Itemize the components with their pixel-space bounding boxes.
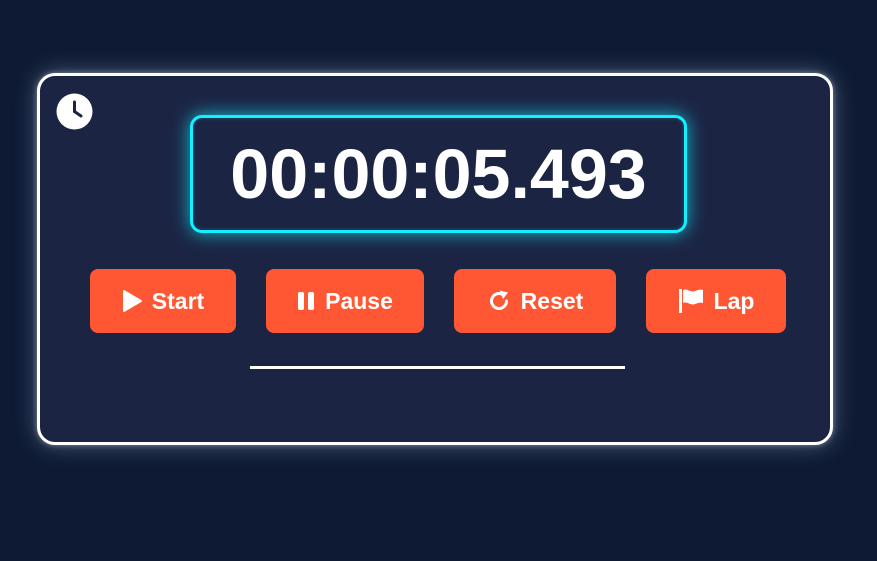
laps-divider (250, 366, 625, 369)
reset-icon (487, 289, 511, 313)
pause-icon (297, 291, 315, 311)
lap-button[interactable]: Lap (646, 269, 786, 333)
time-display: 00:00:05.493 (190, 115, 687, 233)
reset-button-label: Reset (520, 287, 584, 314)
play-icon (122, 290, 142, 312)
lap-button-label: Lap (713, 287, 755, 314)
elapsed-time: 00:00:05.493 (230, 135, 647, 213)
pause-button[interactable]: Pause (266, 269, 424, 333)
stopwatch-panel: 00:00:05.493 Start Pause Reset Lap (37, 73, 833, 445)
reset-button[interactable]: Reset (454, 269, 616, 333)
pause-button-label: Pause (325, 287, 393, 314)
flag-icon (678, 288, 704, 314)
start-button[interactable]: Start (90, 269, 236, 333)
start-button-label: Start (151, 287, 205, 314)
clock-icon (56, 93, 93, 130)
